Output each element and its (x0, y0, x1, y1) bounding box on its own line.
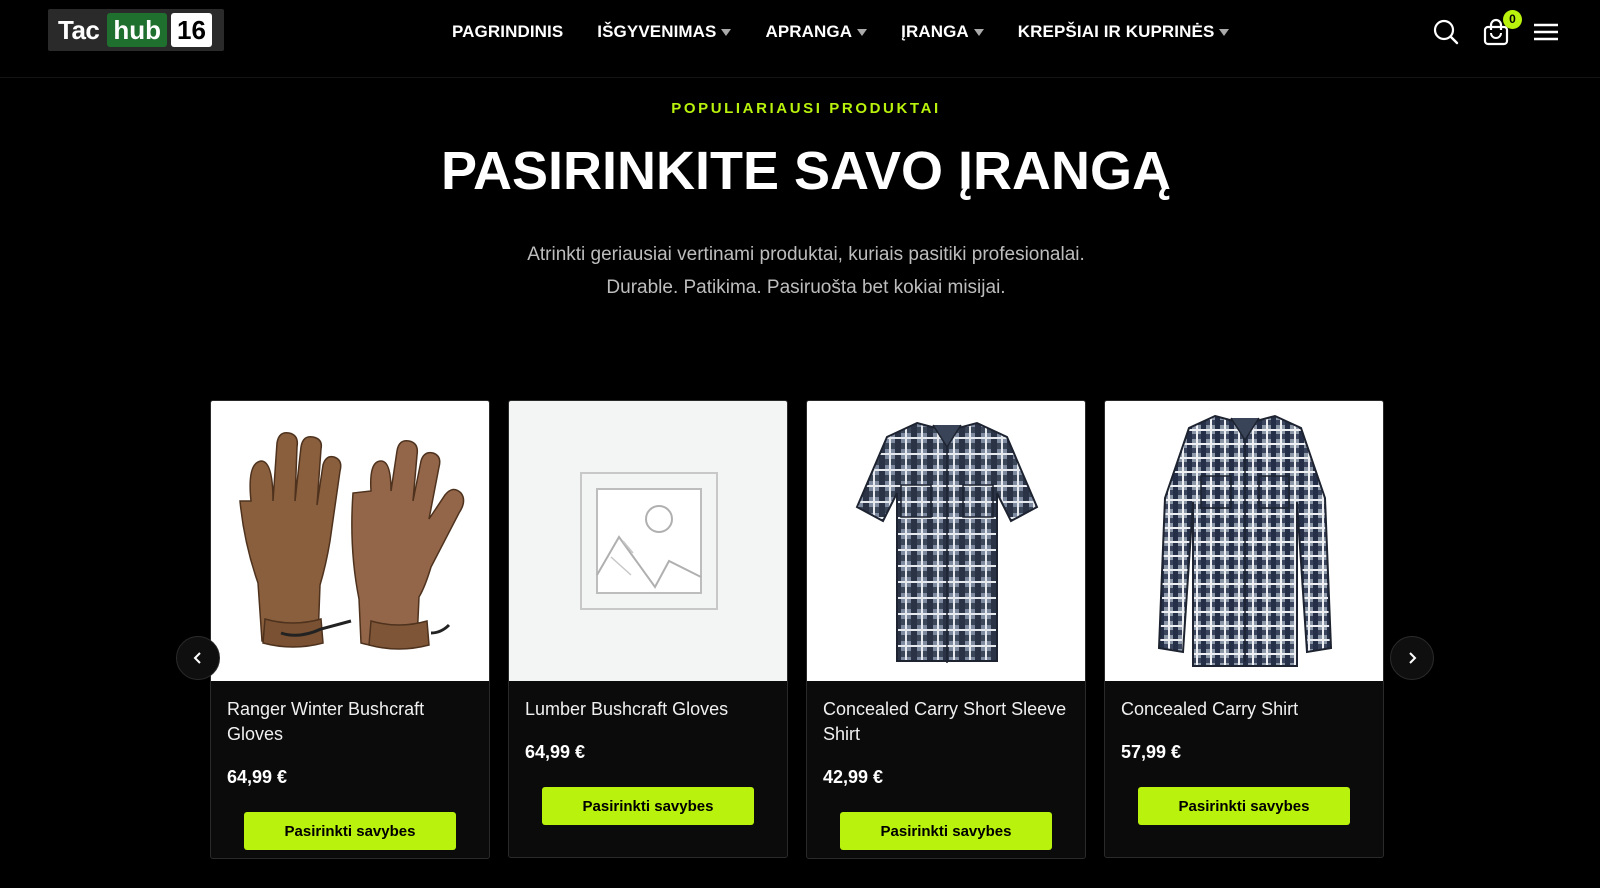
select-options-button[interactable]: Pasirinkti savybes (1138, 787, 1350, 825)
product-image-gloves[interactable] (211, 401, 489, 681)
product-card[interactable]: Ranger Winter Bushcraft Gloves 64,99 € P… (210, 400, 490, 859)
product-name[interactable]: Concealed Carry Short Sleeve Shirt (823, 697, 1069, 747)
logo-text-tac: Tac (58, 14, 100, 45)
section-subtitle: Atrinkti geriausiai vertinami produktai,… (0, 238, 1600, 304)
cart-count-badge: 0 (1503, 10, 1522, 29)
product-card-body: Ranger Winter Bushcraft Gloves 64,99 € P… (211, 681, 489, 858)
menu-icon[interactable] (1532, 18, 1560, 46)
nav-item-pagrindinis[interactable]: PAGRINDINIS (452, 22, 563, 42)
nav-item-iranga[interactable]: ĮRANGA (901, 22, 984, 42)
product-card[interactable]: Lumber Bushcraft Gloves 64,99 € Pasirink… (508, 400, 788, 858)
product-price: 42,99 € (823, 767, 884, 787)
nav-item-label: KREPŠIAI IR KUPRINĖS (1017, 22, 1215, 41)
search-icon[interactable] (1432, 18, 1460, 46)
caret-down-icon (721, 28, 732, 36)
nav-item-label: APRANGA (765, 22, 853, 41)
nav-item-label: IŠGYVENIMAS (597, 22, 717, 41)
nav-item-label: PAGRINDINIS (452, 22, 564, 41)
product-name[interactable]: Concealed Carry Shirt (1121, 697, 1367, 722)
product-price: 64,99 € (525, 742, 586, 762)
logo-text-hub: hub (107, 13, 168, 47)
cart-icon[interactable]: 0 (1482, 10, 1522, 46)
product-price: 57,99 € (1121, 742, 1182, 762)
select-options-button[interactable]: Pasirinkti savybes (542, 787, 754, 825)
select-options-button[interactable]: Pasirinkti savybes (840, 812, 1052, 850)
product-image-placeholder[interactable] (509, 401, 787, 681)
carousel-prev-button[interactable] (176, 636, 220, 680)
main-nav: PAGRINDINIS IŠGYVENIMAS APRANGA ĮRANGA K… (452, 22, 1230, 42)
nav-item-apranga[interactable]: APRANGA (765, 22, 868, 42)
product-card-body: Concealed Carry Shirt 57,99 € Pasirinkti… (1105, 681, 1383, 857)
section-eyebrow: POPULIARIAUSI PRODUKTAI (671, 100, 941, 117)
caret-down-icon (973, 28, 984, 36)
product-image-long-sleeve-shirt[interactable] (1105, 401, 1383, 681)
logo-text-number: 16 (171, 13, 212, 47)
product-card[interactable]: Concealed Carry Shirt 57,99 € Pasirinkti… (1104, 400, 1384, 858)
product-image-short-sleeve-shirt[interactable] (807, 401, 1085, 681)
caret-down-icon (857, 28, 868, 36)
chevron-right-icon (1409, 652, 1417, 664)
product-carousel: Ranger Winter Bushcraft Gloves 64,99 € P… (210, 400, 1410, 888)
header-actions: 0 (1432, 10, 1560, 46)
product-card[interactable]: Concealed Carry Short Sleeve Shirt 42,99… (806, 400, 1086, 859)
site-logo[interactable]: Tac hub 16 (48, 9, 224, 51)
caret-down-icon (1219, 28, 1230, 36)
section-title: PASIRINKITE SAVO ĮRANGĄ (440, 141, 1172, 201)
product-card-body: Lumber Bushcraft Gloves 64,99 € Pasirink… (509, 681, 787, 857)
image-placeholder-icon (580, 472, 718, 610)
product-card-body: Concealed Carry Short Sleeve Shirt 42,99… (807, 681, 1085, 858)
site-header: Tac hub 16 PAGRINDINIS IŠGYVENIMAS APRAN… (0, 0, 1600, 78)
chevron-left-icon (193, 652, 201, 664)
product-name[interactable]: Ranger Winter Bushcraft Gloves (227, 697, 473, 747)
product-name[interactable]: Lumber Bushcraft Gloves (525, 697, 771, 722)
subtitle-line-2: Durable. Patikima. Pasiruošta bet kokiai… (606, 277, 1006, 298)
carousel-next-button[interactable] (1390, 636, 1434, 680)
nav-item-label: ĮRANGA (901, 22, 969, 41)
nav-item-isgyvenimas[interactable]: IŠGYVENIMAS (597, 22, 732, 42)
select-options-button[interactable]: Pasirinkti savybes (244, 812, 456, 850)
product-price: 64,99 € (227, 767, 288, 787)
nav-item-krepsiai[interactable]: KREPŠIAI IR KUPRINĖS (1018, 22, 1230, 42)
subtitle-line-1: Atrinkti geriausiai vertinami produktai,… (527, 244, 1085, 265)
